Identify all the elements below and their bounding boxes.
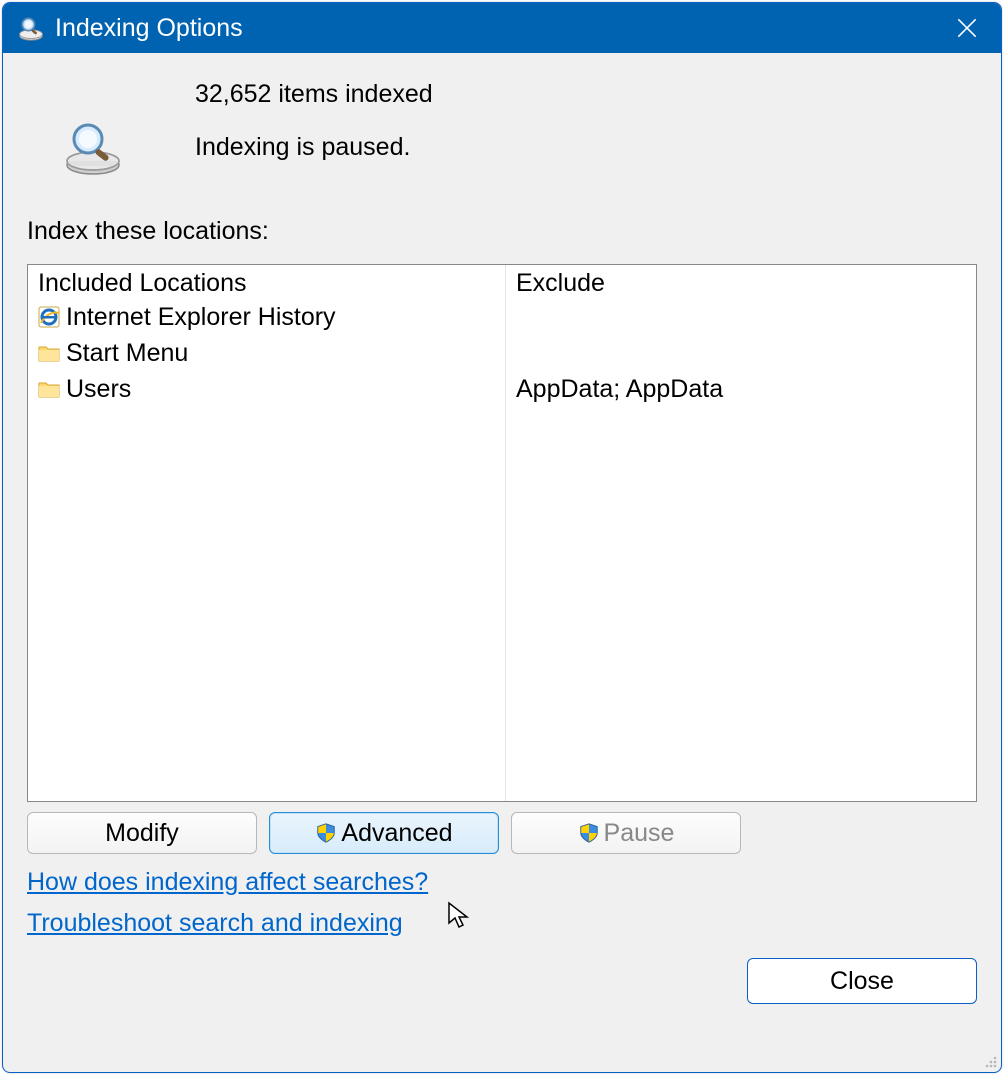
exclude-value	[514, 336, 968, 370]
indexing-icon	[17, 14, 45, 42]
resize-grip[interactable]	[981, 1052, 999, 1070]
indexing-state: Indexing is paused.	[195, 130, 433, 165]
index-drive-icon	[63, 117, 123, 177]
exclude-value: AppData; AppData	[514, 372, 968, 406]
modify-button[interactable]: Modify	[27, 812, 257, 854]
status-block: 32,652 items indexed Indexing is paused.	[27, 77, 977, 177]
exclude-column-header: Exclude	[514, 269, 968, 298]
list-item-label: Start Menu	[66, 339, 188, 368]
list-item[interactable]: Users	[36, 372, 497, 406]
indexed-count: 32,652 items indexed	[195, 77, 433, 112]
close-icon[interactable]	[943, 4, 991, 52]
shield-icon	[578, 822, 600, 844]
locations-label: Index these locations:	[27, 217, 977, 246]
list-item-label: Users	[66, 375, 131, 404]
indexing-options-window: Indexing Options 32,6	[2, 2, 1002, 1073]
list-item[interactable]: Internet Explorer History	[36, 300, 497, 334]
list-item-label: Internet Explorer History	[66, 303, 336, 332]
close-button-label: Close	[830, 967, 894, 996]
advanced-button[interactable]: Advanced	[269, 812, 499, 854]
ie-icon	[36, 304, 62, 330]
folder-icon	[36, 340, 62, 366]
pause-button-label: Pause	[604, 819, 675, 848]
titlebar[interactable]: Indexing Options	[3, 3, 1001, 53]
exclude-value	[514, 300, 968, 334]
locations-list[interactable]: Included Locations Internet Explorer His…	[27, 264, 977, 802]
help-links: How does indexing affect searches? Troub…	[27, 868, 977, 938]
close-button[interactable]: Close	[747, 958, 977, 1004]
help-link[interactable]: How does indexing affect searches?	[27, 868, 428, 897]
troubleshoot-link[interactable]: Troubleshoot search and indexing	[27, 909, 403, 938]
advanced-button-label: Advanced	[341, 819, 452, 848]
window-title: Indexing Options	[55, 14, 943, 43]
list-item[interactable]: Start Menu	[36, 336, 497, 370]
modify-button-label: Modify	[105, 819, 179, 848]
included-column-header: Included Locations	[36, 269, 497, 298]
pause-button: Pause	[511, 812, 741, 854]
button-row: Modify Advanced	[27, 812, 977, 854]
content-area: 32,652 items indexed Indexing is paused.…	[3, 53, 1001, 1072]
folder-icon	[36, 376, 62, 402]
shield-icon	[315, 822, 337, 844]
